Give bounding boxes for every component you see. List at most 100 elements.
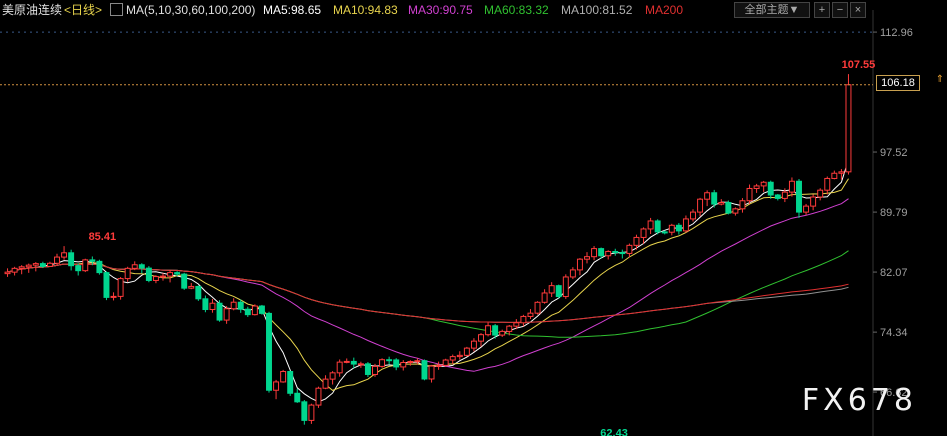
candle-body (223, 308, 230, 321)
candle-body (315, 387, 322, 406)
candle-body (350, 360, 357, 365)
y-tick-label: 112.96 (880, 27, 913, 39)
candle-body (11, 267, 18, 273)
candle-body (414, 360, 421, 363)
y-tick-label: 74.34 (880, 327, 908, 339)
price-chart[interactable]: 66.6274.3482.0789.7997.52112.96⇑85.4162.… (0, 0, 947, 436)
candle-body (562, 276, 569, 298)
candle-body (513, 322, 520, 327)
candle-body (838, 171, 845, 174)
candle-body (647, 220, 654, 230)
candle-body (400, 362, 407, 368)
candle-body (675, 224, 682, 232)
candle-body (251, 305, 258, 316)
candle-body (633, 236, 640, 246)
candle-body (32, 263, 39, 266)
candle-body (753, 185, 760, 189)
candle-body (704, 192, 711, 200)
candle-body (131, 264, 138, 269)
candle-body (619, 252, 626, 255)
candle-body (152, 276, 159, 281)
candle-body (244, 308, 251, 316)
candle-body (103, 272, 110, 298)
candle-body (463, 347, 470, 356)
candle-body (845, 84, 852, 173)
candle-body (428, 365, 435, 380)
candle-body (195, 285, 202, 300)
candle-body (541, 292, 548, 303)
candle-body (478, 334, 484, 342)
candle-body (167, 272, 174, 277)
ma100-line (7, 263, 849, 323)
candle-body (598, 248, 605, 257)
candle-body (435, 364, 442, 367)
candle-body (145, 267, 152, 281)
candle-body (421, 360, 428, 380)
candle-body (725, 202, 732, 214)
candle-body (711, 192, 718, 205)
candle-body (266, 312, 272, 391)
candle-body (668, 224, 675, 233)
candle-body (46, 262, 53, 267)
candle-body (407, 360, 414, 364)
candle-body (697, 198, 704, 213)
candle-body (576, 258, 583, 271)
candle-body (746, 187, 753, 202)
y-tick-label: 82.07 (880, 267, 908, 279)
candle-body (386, 359, 393, 362)
candle-body (690, 211, 696, 220)
candle-body (492, 325, 499, 336)
candle-body (138, 264, 145, 269)
candle-body (767, 181, 774, 196)
candle-body (209, 302, 216, 311)
extreme-price-label: 107.55 (842, 59, 876, 71)
candle-body (343, 360, 350, 363)
candle-body (760, 181, 767, 187)
candle-body (788, 180, 795, 193)
candle-body (640, 228, 647, 238)
candle-body (160, 275, 166, 278)
candle-body (89, 259, 96, 262)
candle-body (810, 196, 817, 207)
candle-body (258, 305, 265, 314)
candle-body (25, 264, 32, 268)
watermark-logo: FX678 (801, 383, 917, 418)
candle-body (364, 363, 371, 375)
candle-body (322, 378, 329, 389)
candle-body (817, 189, 824, 198)
candle-body (506, 325, 513, 332)
candle-body (202, 298, 209, 311)
candle-body (569, 269, 576, 278)
candle-body (188, 285, 195, 289)
candle-body (612, 250, 619, 254)
candle-body (774, 194, 781, 199)
candle-body (442, 359, 449, 366)
candle-body (781, 191, 788, 199)
candle-body (273, 381, 280, 391)
candle-body (803, 205, 810, 213)
candle-body (54, 256, 60, 264)
candle-body (682, 218, 689, 232)
candle-body (294, 392, 301, 403)
extreme-price-label: 85.41 (89, 231, 117, 243)
candle-body (75, 265, 82, 272)
candle-body (357, 363, 364, 366)
candle-body (534, 301, 541, 314)
y-tick-label: 89.79 (880, 207, 908, 219)
current-price-box: 106.18 (876, 75, 920, 91)
candle-body (449, 356, 456, 361)
candle-body (117, 278, 124, 297)
candle-body (499, 330, 506, 336)
candle-body (470, 340, 477, 349)
candle-body (329, 372, 336, 380)
candle-body (732, 208, 739, 214)
candle-body (485, 325, 492, 336)
candle-body (124, 267, 131, 280)
candle-body (393, 359, 400, 368)
candle-body (18, 266, 25, 269)
candle-body (181, 273, 188, 289)
candle-body (39, 263, 46, 267)
candle-body (520, 315, 527, 324)
candle-body (796, 180, 802, 213)
candle-body (555, 285, 562, 298)
